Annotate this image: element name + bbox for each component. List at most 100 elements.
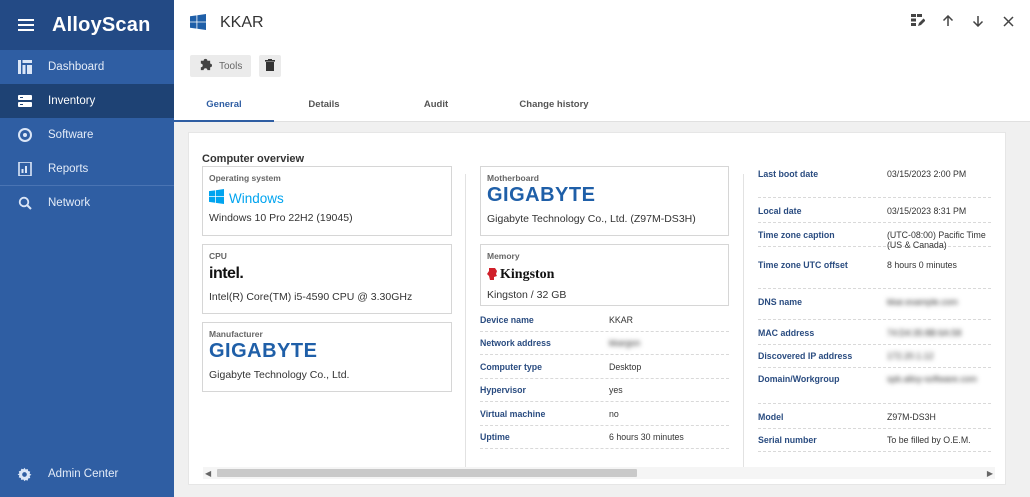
info-value: 172.20.1.12	[887, 351, 934, 361]
info-row: Uptime 6 hours 30 minutes	[480, 426, 729, 449]
info-value: 6 hours 30 minutes	[609, 432, 684, 442]
sidebar-item-dashboard[interactable]: Dashboard	[0, 50, 174, 84]
info-row: Model Z97M-DS3H	[758, 406, 991, 429]
info-value: no	[609, 409, 619, 419]
info-value: 74:D4:35:8B:6A:58	[887, 328, 962, 338]
info-value: kkar.example.com	[887, 297, 958, 307]
menu-icon[interactable]	[18, 19, 34, 31]
sidebar-item-label: Dashboard	[48, 61, 105, 73]
arrow-up-icon[interactable]	[940, 13, 956, 29]
info-key: Time zone caption	[758, 230, 835, 240]
sidebar-item-label: Inventory	[48, 95, 96, 107]
info-value: (UTC-08:00) Pacific Time (US & Canada)	[887, 230, 986, 250]
cpu-value: Intel(R) Core(TM) i5-4590 CPU @ 3.30GHz	[209, 291, 413, 303]
info-key: Computer type	[480, 362, 543, 372]
close-icon[interactable]	[1000, 13, 1016, 29]
info-key: Virtual machine	[480, 409, 546, 419]
info-row: Discovered IP address 172.20.1.12	[758, 345, 991, 368]
info-row: Time zone UTC offset 8 hours 0 minutes	[758, 254, 991, 289]
info-key: Uptime	[480, 432, 510, 442]
arrow-down-icon[interactable]	[970, 13, 986, 29]
tabs: General Details Audit Change history	[174, 86, 1030, 122]
info-row: Serial number To be filled by O.E.M.	[758, 429, 991, 452]
info-row: Device name KKAR	[480, 309, 729, 332]
computer-overview-panel: Computer overview Operating system Windo…	[188, 132, 1006, 485]
edit-icon[interactable]	[910, 13, 926, 29]
section-title: Computer overview	[202, 153, 305, 165]
software-icon	[17, 128, 32, 143]
trash-icon	[265, 58, 276, 74]
manufacturer-value: Gigabyte Technology Co., Ltd.	[209, 369, 350, 381]
info-row: Local date 03/15/2023 8:31 PM	[758, 200, 991, 223]
scrollbar-thumb[interactable]	[217, 469, 637, 477]
info-value: Z97M-DS3H	[887, 412, 936, 422]
delete-button[interactable]	[259, 55, 282, 77]
info-row: Domain/Workgroup spb.alloy-software.com	[758, 368, 991, 404]
info-key: Time zone UTC offset	[758, 260, 848, 270]
puzzle-icon	[199, 58, 212, 74]
info-key: Hypervisor	[480, 385, 526, 395]
card-label: Operating system	[209, 173, 281, 183]
gear-icon	[17, 467, 32, 482]
reports-icon	[17, 161, 32, 176]
info-row: Computer type Desktop	[480, 356, 729, 379]
card-label: Manufacturer	[209, 329, 263, 339]
detail-header: KKAR	[174, 0, 1030, 46]
info-value: To be filled by O.E.M.	[887, 435, 971, 445]
card-label: Motherboard	[487, 173, 539, 183]
motherboard-card: Motherboard GIGABYTE Gigabyte Technology…	[480, 166, 729, 236]
info-row: DNS name kkar.example.com	[758, 291, 991, 320]
info-key: DNS name	[758, 297, 802, 307]
info-key: Discovered IP address	[758, 351, 853, 361]
tab-audit[interactable]: Audit	[374, 99, 498, 121]
sidebar-item-reports[interactable]: Reports	[0, 152, 174, 186]
memory-card: Memory Kingston Kingston / 32 GB	[480, 244, 729, 306]
column-divider	[465, 174, 466, 469]
info-value: 8 hours 0 minutes	[887, 260, 957, 270]
scroll-right-icon[interactable]: ▶	[987, 469, 993, 478]
scroll-left-icon[interactable]: ◀	[205, 469, 211, 478]
info-key: Network address	[480, 338, 551, 348]
network-icon	[17, 196, 32, 211]
app-logo: AlloyScan	[52, 13, 151, 36]
tab-details[interactable]: Details	[274, 99, 374, 121]
column-divider	[743, 174, 744, 469]
main-area: KKAR Tools General Details Audit Change …	[174, 0, 1030, 497]
kingston-head-icon	[487, 267, 498, 283]
sidebar-item-admin-center[interactable]: Admin Center	[0, 457, 174, 491]
info-key: Last boot date	[758, 169, 819, 179]
tools-label: Tools	[219, 60, 243, 72]
motherboard-value: Gigabyte Technology Co., Ltd. (Z97M-DS3H…	[487, 213, 696, 225]
tab-general[interactable]: General	[174, 99, 274, 122]
info-row: Network address kkargon	[480, 332, 729, 355]
windows-brand-text: Windows	[229, 190, 284, 206]
sidebar-item-network[interactable]: Network	[0, 186, 174, 220]
sidebar-item-label: Reports	[48, 162, 89, 175]
info-value: KKAR	[609, 315, 633, 325]
info-key: Device name	[480, 315, 534, 325]
info-key: Local date	[758, 206, 802, 216]
sidebar-item-software[interactable]: Software	[0, 118, 174, 152]
tab-change-history[interactable]: Change history	[498, 99, 610, 121]
sidebar-header: AlloyScan	[0, 0, 174, 50]
info-value: 03/15/2023 2:00 PM	[887, 169, 967, 179]
windows-logo-icon	[209, 189, 224, 207]
inventory-icon	[17, 94, 32, 109]
info-value: yes	[609, 385, 623, 395]
horizontal-scrollbar[interactable]: ◀ ▶	[203, 467, 995, 479]
card-label: Memory	[487, 251, 520, 261]
info-row: Virtual machine no	[480, 403, 729, 426]
toolbar: Tools	[174, 46, 1030, 86]
info-value: kkargon	[609, 338, 641, 348]
info-value: 03/15/2023 8:31 PM	[887, 206, 967, 216]
info-key: Model	[758, 412, 784, 422]
sidebar-item-label: Network	[48, 197, 91, 209]
tools-button[interactable]: Tools	[190, 55, 252, 77]
windows-icon	[190, 13, 206, 33]
info-key: MAC address	[758, 328, 815, 338]
info-value: Desktop	[609, 362, 642, 372]
card-label: CPU	[209, 251, 227, 261]
kingston-logo: Kingston	[500, 267, 555, 282]
sidebar-item-inventory[interactable]: Inventory	[0, 84, 174, 118]
intel-logo: intel.	[209, 265, 244, 282]
